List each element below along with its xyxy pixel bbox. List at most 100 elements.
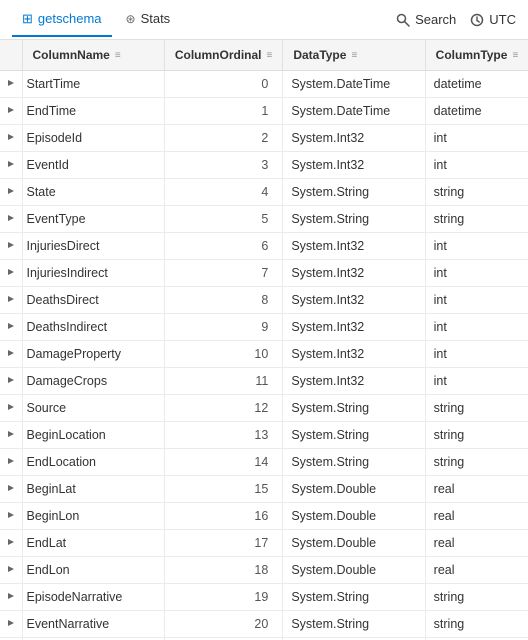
- cell-column-name: EndLat: [22, 530, 164, 557]
- table-row: BeginLocation13System.Stringstring: [0, 422, 528, 449]
- cell-column-name: DeathsDirect: [22, 287, 164, 314]
- row-expander[interactable]: [0, 314, 22, 341]
- table-row: DeathsDirect8System.Int32int: [0, 287, 528, 314]
- clock-icon: [470, 13, 484, 27]
- row-expander[interactable]: [0, 179, 22, 206]
- cell-column-name: BeginLat: [22, 476, 164, 503]
- th-datatype[interactable]: DataType ≡: [283, 40, 425, 71]
- cell-column-name: EndTime: [22, 98, 164, 125]
- table-row: EpisodeNarrative19System.Stringstring: [0, 584, 528, 611]
- cell-columntype: datetime: [425, 98, 528, 125]
- row-expander[interactable]: [0, 125, 22, 152]
- cell-columntype: int: [425, 233, 528, 260]
- row-expander[interactable]: [0, 476, 22, 503]
- row-expander[interactable]: [0, 584, 22, 611]
- search-label: Search: [415, 12, 456, 27]
- table-row: InjuriesDirect6System.Int32int: [0, 233, 528, 260]
- cell-columntype: int: [425, 152, 528, 179]
- th-columntype-label: ColumnType: [436, 48, 508, 62]
- cell-columntype: string: [425, 449, 528, 476]
- row-expander[interactable]: [0, 557, 22, 584]
- cell-datatype: System.String: [283, 179, 425, 206]
- cell-column-ordinal: 13: [164, 422, 282, 449]
- table-row: EndLon18System.Doublereal: [0, 557, 528, 584]
- row-expander[interactable]: [0, 71, 22, 98]
- cell-column-ordinal: 2: [164, 125, 282, 152]
- cell-datatype: System.String: [283, 422, 425, 449]
- table-row: EndLocation14System.Stringstring: [0, 449, 528, 476]
- cell-column-ordinal: 4: [164, 179, 282, 206]
- cell-datatype: System.Int32: [283, 152, 425, 179]
- utc-button[interactable]: UTC: [470, 12, 516, 27]
- cell-column-ordinal: 11: [164, 368, 282, 395]
- row-expander[interactable]: [0, 341, 22, 368]
- cell-column-name: BeginLon: [22, 503, 164, 530]
- th-expander: [0, 40, 22, 71]
- row-expander[interactable]: [0, 287, 22, 314]
- tab-stats-label: Stats: [141, 11, 171, 26]
- cell-datatype: System.String: [283, 449, 425, 476]
- cell-column-ordinal: 5: [164, 206, 282, 233]
- search-icon: [396, 13, 410, 27]
- row-expander[interactable]: [0, 206, 22, 233]
- th-column-ordinal-label: ColumnOrdinal: [175, 48, 262, 62]
- row-expander[interactable]: [0, 98, 22, 125]
- cell-column-name: EventType: [22, 206, 164, 233]
- cell-column-name: State: [22, 179, 164, 206]
- row-expander[interactable]: [0, 233, 22, 260]
- cell-column-ordinal: 3: [164, 152, 282, 179]
- table-row: EventNarrative20System.Stringstring: [0, 611, 528, 638]
- tab-stats[interactable]: ⊛ Stats: [116, 3, 181, 36]
- table-row: EventType5System.Stringstring: [0, 206, 528, 233]
- cell-column-ordinal: 16: [164, 503, 282, 530]
- search-button[interactable]: Search: [396, 12, 456, 27]
- header: ⊞ getschema ⊛ Stats Search UTC: [0, 0, 528, 40]
- cell-column-ordinal: 15: [164, 476, 282, 503]
- table-row: Source12System.Stringstring: [0, 395, 528, 422]
- row-expander[interactable]: [0, 611, 22, 638]
- cell-column-name: DamageCrops: [22, 368, 164, 395]
- cell-datatype: System.Int32: [283, 287, 425, 314]
- cell-column-ordinal: 17: [164, 530, 282, 557]
- datatype-sort-icon: ≡: [351, 50, 357, 61]
- table-row: StartTime0System.DateTimedatetime: [0, 71, 528, 98]
- table-header-row: ColumnName ≡ ColumnOrdinal ≡ DataType ≡: [0, 40, 528, 71]
- cell-columntype: int: [425, 314, 528, 341]
- cell-datatype: System.Double: [283, 557, 425, 584]
- row-expander[interactable]: [0, 449, 22, 476]
- cell-column-name: InjuriesIndirect: [22, 260, 164, 287]
- row-expander[interactable]: [0, 530, 22, 557]
- table-row: DamageCrops11System.Int32int: [0, 368, 528, 395]
- cell-column-ordinal: 8: [164, 287, 282, 314]
- header-actions: Search UTC: [396, 12, 516, 27]
- cell-columntype: real: [425, 557, 528, 584]
- cell-column-name: EndLon: [22, 557, 164, 584]
- cell-column-ordinal: 0: [164, 71, 282, 98]
- table-container: ColumnName ≡ ColumnOrdinal ≡ DataType ≡: [0, 40, 528, 640]
- table-icon: ⊞: [22, 11, 33, 27]
- cell-column-ordinal: 7: [164, 260, 282, 287]
- cell-datatype: System.Double: [283, 476, 425, 503]
- cell-column-ordinal: 10: [164, 341, 282, 368]
- cell-columntype: datetime: [425, 71, 528, 98]
- table-row: BeginLat15System.Doublereal: [0, 476, 528, 503]
- row-expander[interactable]: [0, 395, 22, 422]
- cell-datatype: System.String: [283, 611, 425, 638]
- table-row: DamageProperty10System.Int32int: [0, 341, 528, 368]
- row-expander[interactable]: [0, 368, 22, 395]
- th-columntype[interactable]: ColumnType ≡: [425, 40, 528, 71]
- cell-datatype: System.String: [283, 206, 425, 233]
- row-expander[interactable]: [0, 152, 22, 179]
- th-column-name[interactable]: ColumnName ≡: [22, 40, 164, 71]
- row-expander[interactable]: [0, 422, 22, 449]
- tab-getschema[interactable]: ⊞ getschema: [12, 3, 112, 37]
- cell-columntype: string: [425, 422, 528, 449]
- row-expander[interactable]: [0, 503, 22, 530]
- columntype-sort-icon: ≡: [512, 50, 518, 61]
- cell-columntype: real: [425, 503, 528, 530]
- row-expander[interactable]: [0, 260, 22, 287]
- table-body: StartTime0System.DateTimedatetimeEndTime…: [0, 71, 528, 640]
- cell-column-ordinal: 14: [164, 449, 282, 476]
- th-column-ordinal[interactable]: ColumnOrdinal ≡: [164, 40, 282, 71]
- cell-column-name: EpisodeId: [22, 125, 164, 152]
